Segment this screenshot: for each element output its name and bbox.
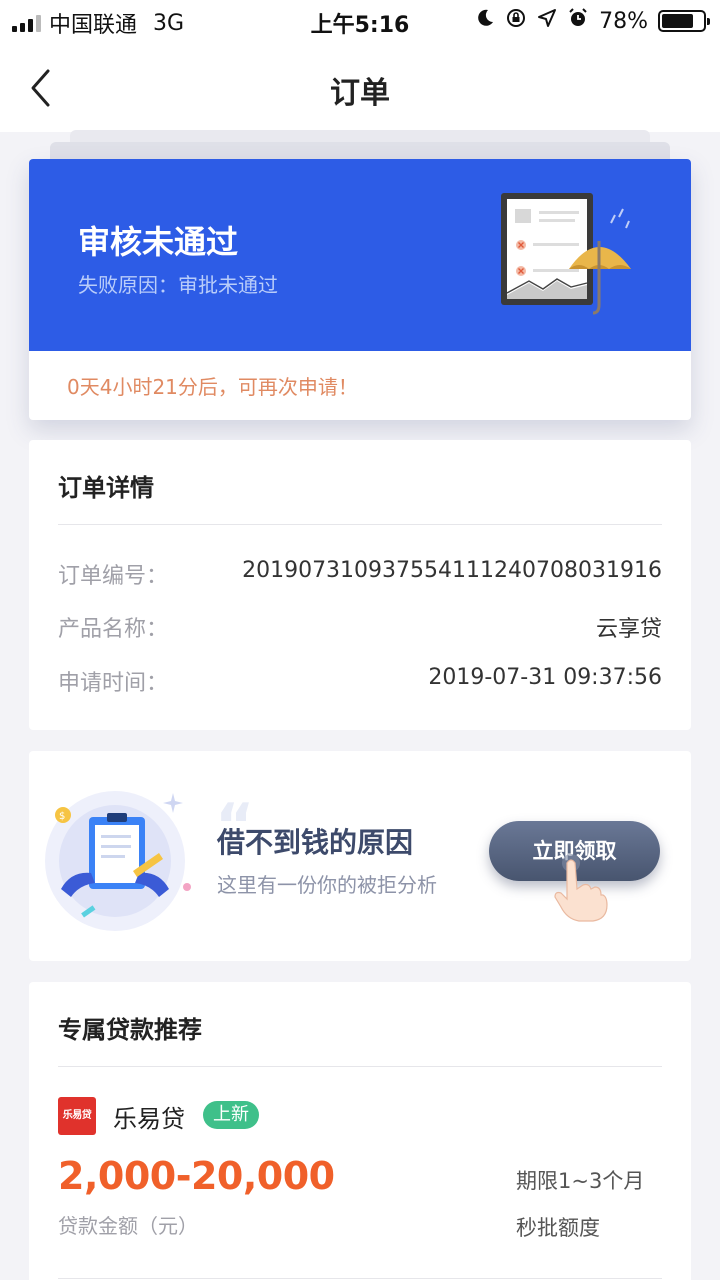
new-badge: 上新 — [203, 1101, 259, 1129]
recommend-title: 专属贷款推荐 — [58, 1016, 202, 1044]
product-name-value: 云享贷 — [595, 617, 662, 642]
battery-icon — [658, 10, 710, 32]
alarm-icon — [567, 7, 589, 35]
loan-feature: 秒批额度 — [516, 1216, 600, 1240]
loan-amount-label: 贷款金额（元） — [58, 1214, 198, 1238]
divider — [58, 524, 662, 525]
rotation-lock-icon — [505, 7, 527, 35]
moon-icon — [475, 8, 495, 34]
apply-time-label: 申请时间： — [58, 671, 169, 696]
nav-bar: 订单 — [0, 40, 720, 132]
order-detail-title: 订单详情 — [58, 474, 154, 502]
review-status-card: 审核未通过 失败原因：审批未通过 0天4小时21分后，可再次申请！ — [29, 159, 691, 420]
rejection-reason-title: 借不到钱的原因 — [217, 826, 414, 859]
loan-amount-range: 2,000-20,000 — [58, 1154, 335, 1198]
loan-product-logo: 乐易贷 — [58, 1097, 96, 1135]
order-number-value: 20190731093755411124070803191​6 — [242, 558, 662, 583]
clipboard-analysis-icon: $ — [45, 791, 191, 931]
loan-term: 期限1~3个月 — [516, 1169, 645, 1193]
status-banner: 审核未通过 失败原因：审批未通过 — [29, 159, 691, 351]
order-number-label: 订单编号： — [58, 564, 169, 589]
divider — [58, 1278, 662, 1279]
loan-product-name[interactable]: 乐易贷 — [113, 1099, 185, 1134]
tap-hand-icon — [554, 854, 608, 922]
reapply-countdown: 0天4小时21分后，可再次申请！ — [67, 375, 358, 399]
recommended-loans-card: 专属贷款推荐 乐易贷 乐易贷 上新 2,000-20,000 贷款金额（元） 期… — [29, 982, 691, 1280]
apply-time-value: 2019-07-31 09:37:56 — [428, 665, 662, 690]
failure-reason: 失败原因：审批未通过 — [78, 273, 278, 297]
battery-percent: 78% — [599, 8, 648, 34]
rejection-analysis-card: $ “ 借不到钱的原因 这里有一份你的被拒分析 立即领取 — [29, 751, 691, 961]
product-name-label: 产品名称： — [58, 617, 169, 642]
svg-text:$: $ — [59, 811, 65, 822]
page-title: 订单 — [330, 76, 390, 111]
rejection-reason-subtitle: 这里有一份你的被拒分析 — [217, 873, 437, 897]
rejected-document-umbrella-icon — [501, 193, 631, 315]
status-title: 审核未通过 — [78, 223, 239, 261]
location-icon — [537, 8, 557, 34]
status-bar: 中国联通 3G 上午5:16 78% — [0, 0, 720, 40]
order-detail-card: 订单详情 订单编号： 20190731093755411124070803191… — [29, 440, 691, 730]
divider — [58, 1066, 662, 1067]
